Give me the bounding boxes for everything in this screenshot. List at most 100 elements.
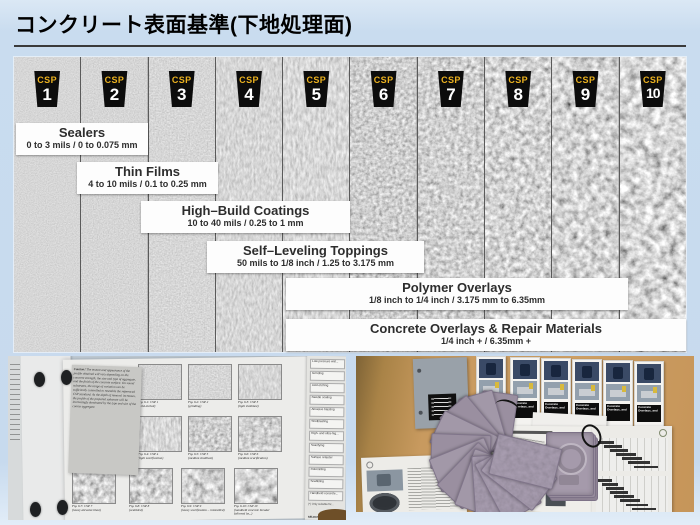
- figure-subcaption: (heavy scarification – rotomilled): [181, 509, 225, 512]
- page-title: コンクリート表面基準(下地処理面): [15, 9, 685, 39]
- coating-name: Self–Leveling Toppings: [207, 244, 424, 258]
- method-row: Grinding: [310, 371, 345, 381]
- csp-tag-number: 8: [504, 86, 532, 103]
- csp-tag-number: 2: [100, 86, 128, 103]
- folder-hole: [419, 411, 423, 415]
- figure-subcaption: (light shotblast): [238, 405, 259, 408]
- coating-name: Concrete Overlays & Repair Materials: [286, 322, 686, 336]
- csp-tag-3: CSP3: [168, 71, 196, 107]
- csp-tag-text: CSP: [639, 76, 667, 85]
- figure-subcaption: (medium shotblast): [188, 457, 213, 460]
- csp-tag-4: CSP4: [235, 71, 263, 107]
- csp-tag-6: CSP6: [370, 71, 398, 107]
- brochure-photo-top: [606, 363, 630, 382]
- caution-text: The texture and appearance of the profil…: [72, 368, 136, 409]
- csp-tag-text: CSP: [235, 76, 263, 85]
- title-divider: [14, 45, 686, 47]
- figure-csp6: Fig. 6.6: CSP 6(medium scarification): [238, 416, 282, 467]
- figure-subcaption: (medium scarification): [238, 457, 268, 460]
- figure-caption: Fig. 6.3: CSP 3: [238, 401, 258, 404]
- coating-name: Thin Films: [77, 165, 218, 179]
- csp-tag-10: CSP10: [639, 71, 667, 107]
- brochure-photo-bottom: [637, 385, 661, 402]
- method-row: Scabbling: [308, 479, 343, 489]
- brochure-title-block: Concrete Overlays, and: [606, 404, 630, 421]
- figure-caption: Fig. 6.1: CSP 1: [138, 401, 158, 404]
- coating-range: 10 to 40 mils / 0.25 to 1 mm: [141, 218, 350, 229]
- method-row: High- and ultra-hig...: [309, 431, 344, 441]
- figure-csp9: Fig. 6.9: CSP 9(heavy scarification – ro…: [181, 468, 225, 519]
- coating-label-polymer-overlays: Polymer Overlays1/8 inch to 1/4 inch / 3…: [286, 278, 628, 310]
- coating-range: 4 to 10 mils / 0.1 to 0.25 mm: [77, 179, 218, 190]
- csp-tag-text: CSP: [33, 76, 61, 85]
- figure-csp7: Fig. 6.7: CSP 7(heavy abrasive blast): [72, 468, 116, 519]
- coating-name: High–Build Coatings: [141, 204, 350, 218]
- csp-tag-text: CSP: [100, 76, 128, 85]
- csp-tag-text: CSP: [370, 76, 398, 85]
- binder-hole: [61, 370, 72, 385]
- brochure-photo-top: [637, 364, 661, 383]
- method-row: Acid etching: [310, 383, 345, 393]
- coating-range: 1/4 inch + / 6.35mm +: [286, 336, 686, 347]
- brochure-title-block: Concrete Overlays, and: [637, 405, 661, 422]
- csp-column-1: CSP1: [14, 57, 80, 352]
- csp-tag-text: CSP: [572, 76, 600, 85]
- figure-subcaption: (grinding): [188, 405, 201, 408]
- brochure-photo-top: [544, 361, 568, 380]
- figure-caption: Fig. 6.5: CSP 5: [188, 453, 208, 456]
- figure-csp8: Fig. 6.8: CSP 8(scabbled): [129, 468, 173, 519]
- binder-hole: [34, 372, 45, 387]
- brochure-photo-top: [513, 360, 537, 379]
- figure-csp4: Fig. 6.4: CSP 4(light scarification): [138, 416, 182, 467]
- csp-tag-text: CSP: [504, 76, 532, 85]
- coating-name: Polymer Overlays: [286, 281, 628, 295]
- figure-subcaption: (light scarification): [138, 457, 163, 460]
- figure-caption: Fig. 6.4: CSP 4: [138, 453, 158, 456]
- machine-photo: [366, 469, 403, 491]
- csp-tag-number: 6: [370, 86, 398, 103]
- csp-tag-1: CSP1: [33, 71, 61, 107]
- caution-title: Caution!: [74, 368, 86, 372]
- coating-label-self-leveling: Self–Leveling Toppings50 mils to 1/8 inc…: [207, 241, 424, 273]
- figure-caption: Fig. 6.10: CSP 10: [234, 505, 257, 508]
- method-row: Scarifying: [309, 443, 344, 453]
- brochure-photo-bottom: [606, 384, 630, 401]
- csp-texture-montage: CSP1 CSP2 CSP3 CSP4 CSP5 CSP6 CSP7 CSP8 …: [14, 57, 686, 352]
- csp-tag-number: 3: [168, 86, 196, 103]
- csp-tag-text: CSP: [302, 76, 330, 85]
- gantt-chart-bottom: [596, 476, 668, 512]
- coating-label-thin-films: Thin Films4 to 10 mils / 0.1 to 0.25 mm: [77, 162, 218, 194]
- method-row: Low pressure wat...: [310, 359, 345, 369]
- method-row: Abrasive blasting: [309, 407, 344, 417]
- coating-range: 0 to 3 mils / 0 to 0.075 mm: [16, 140, 148, 151]
- csp-tag-text: CSP: [168, 76, 196, 85]
- method-row: Handheld concrete...: [308, 491, 343, 501]
- folder-hole: [417, 369, 421, 373]
- logo-mark: [659, 429, 667, 437]
- csp-tag-7: CSP7: [437, 71, 465, 107]
- coating-label-sealers: Sealers0 to 3 mils / 0 to 0.075 mm: [16, 123, 148, 155]
- binder-hole: [30, 502, 41, 517]
- figure-csp5: Fig. 6.5: CSP 5(medium shotblast): [188, 416, 232, 467]
- figure-subcaption: (acid-etched): [138, 405, 155, 408]
- method-row: Surface retarder: [309, 455, 344, 465]
- brochure-photo-top: [575, 362, 599, 381]
- csp-tag-5: CSP5: [302, 71, 330, 107]
- coating-range: 1/8 inch to 1/4 inch / 3.175 mm to 6.35m…: [286, 295, 628, 306]
- brochure: Concrete Overlays, and: [603, 360, 633, 436]
- csp-tag-2: CSP2: [100, 71, 128, 107]
- figure-subcaption: (handheld concrete breaker followed by..…: [234, 509, 270, 516]
- binder-hole: [57, 500, 68, 515]
- figure-caption: Fig. 6.6: CSP 6: [238, 453, 258, 456]
- photo-binder-page: Caution! The texture and appearance of t…: [8, 356, 346, 520]
- csp-tag-number: 1: [33, 86, 61, 103]
- photo-sample-chips: Concrete Overlays, and Concrete Overlays…: [356, 356, 694, 512]
- logo-mark: [366, 461, 373, 468]
- figure-csp2: Fig. 6.2: CSP 2(grinding): [188, 364, 232, 415]
- figure-subcaption: (scabbled): [129, 509, 143, 512]
- brochure-photo-bottom: [544, 382, 568, 399]
- csp-tag-number: 10: [639, 86, 667, 100]
- figure-caption: Fig. 6.9: CSP 9: [181, 505, 201, 508]
- method-row: Needle scaling: [309, 395, 344, 405]
- gantt-chart-top: [596, 438, 668, 471]
